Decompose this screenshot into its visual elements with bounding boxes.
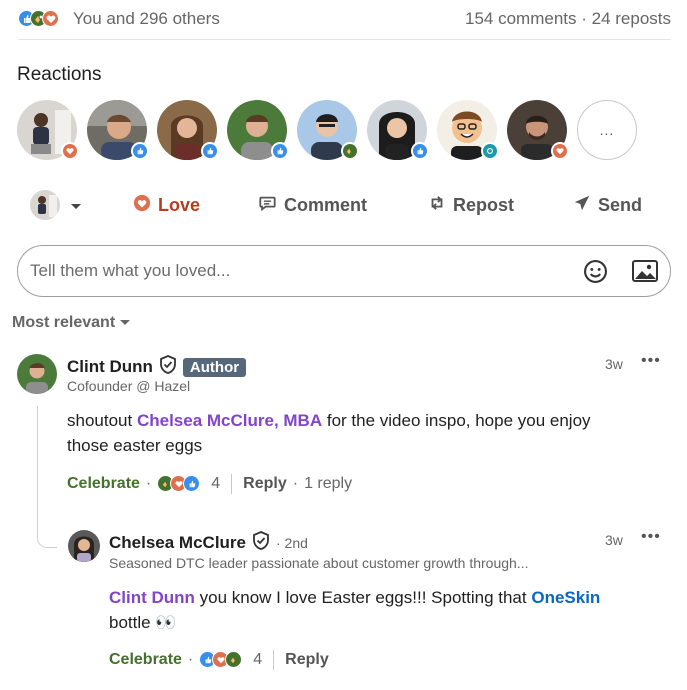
reply-text: you know I love Easter eggs!!! Spotting … [194, 588, 532, 607]
celebrate-reaction-icon [341, 142, 359, 160]
love-reaction-icon [42, 10, 59, 27]
love-label: Love [158, 194, 201, 215]
comment-input[interactable] [30, 256, 570, 286]
comment-body: shoutout Chelsea McClure, MBA for the vi… [67, 408, 667, 458]
comment-label: Comment [284, 194, 368, 215]
comment-footer: Celebrate · 4 Reply · 1 reply [67, 474, 352, 494]
send-label: Send [598, 194, 643, 215]
separator-dot: · [292, 475, 299, 492]
reaction-count[interactable]: 4 [211, 475, 220, 493]
comments-reposts-count-link[interactable]: 154 comments · 24 reposts [465, 9, 671, 29]
comment-author-line: Clint Dunn Author [67, 355, 247, 379]
sort-label: Most relevant [12, 314, 116, 331]
celebrate-reaction-icon [225, 651, 243, 668]
reply-body: Clint Dunn you know I love Easter eggs!!… [109, 585, 669, 635]
reaction-button[interactable]: Celebrate [109, 651, 182, 669]
divider [231, 474, 233, 494]
like-reaction-icon [271, 142, 289, 160]
replies-count-link[interactable]: 1 reply [304, 475, 352, 493]
avatar[interactable] [68, 530, 100, 562]
reactor-avatar[interactable] [87, 100, 149, 160]
post-action-bar: Love Comment Repost Send [0, 186, 687, 226]
like-reaction-icon [131, 142, 149, 160]
comment-composer [17, 245, 671, 297]
thread-connector [37, 406, 57, 548]
comment-author-name[interactable]: Clint Dunn [67, 357, 153, 377]
emoji-icon[interactable] [583, 259, 608, 289]
reply-button[interactable]: Reply [285, 651, 329, 669]
avatar [30, 190, 60, 220]
more-reactions-button[interactable]: ... [577, 100, 637, 160]
like-reaction-icon [411, 142, 429, 160]
repost-icon [428, 194, 446, 217]
comment-icon [258, 194, 277, 217]
comment-text: shoutout [67, 411, 137, 430]
more-options-button[interactable]: ••• [641, 528, 661, 546]
comment-text: for the video inspo, hope you enjoy [322, 411, 591, 430]
reply-author-name[interactable]: Chelsea McClure [109, 533, 246, 553]
mention-link[interactable]: Clint Dunn [109, 588, 195, 607]
love-button[interactable]: Love [133, 186, 200, 224]
mention-link[interactable]: Chelsea McClure, MBA [137, 411, 322, 430]
reaction-button[interactable]: Celebrate [67, 475, 140, 493]
reactor-avatar[interactable] [157, 100, 219, 160]
reactions-heading: Reactions [17, 64, 102, 85]
comment-text: those easter eggs [67, 436, 203, 455]
separator-dot: · [187, 651, 194, 668]
comment-author-headline: Cofounder @ Hazel [67, 378, 191, 394]
reply-footer: Celebrate · 4 Reply [109, 650, 329, 670]
love-reaction-icon [61, 142, 79, 160]
reaction-identity-switcher[interactable] [30, 186, 82, 224]
divider [273, 650, 275, 670]
separator-dot: · [145, 475, 152, 492]
comment-button[interactable]: Comment [258, 186, 367, 224]
send-button[interactable]: Send [573, 186, 642, 224]
reactor-avatar[interactable] [17, 100, 79, 160]
avatar[interactable] [17, 354, 57, 394]
social-counts-bar: You and 296 others 154 comments · 24 rep… [18, 8, 671, 40]
reaction-icons-stack[interactable] [157, 475, 205, 493]
chevron-down-icon [70, 195, 82, 216]
connection-degree: · 2nd [276, 535, 308, 551]
more-options-button[interactable]: ••• [641, 352, 661, 370]
verified-shield-icon [252, 531, 270, 555]
reaction-icons-stack[interactable] [199, 651, 247, 669]
like-reaction-icon [201, 142, 219, 160]
love-reaction-icon [551, 142, 569, 160]
author-badge: Author [182, 357, 247, 377]
comment-sort-dropdown[interactable]: Most relevant [12, 314, 131, 332]
reactor-avatar[interactable] [367, 100, 429, 160]
like-reaction-icon [183, 475, 201, 492]
reply-button[interactable]: Reply [243, 475, 287, 493]
reaction-count[interactable]: 4 [253, 651, 262, 669]
reactors-summary-link[interactable]: You and 296 others [73, 9, 220, 29]
love-icon [133, 194, 151, 217]
reactor-avatar[interactable] [227, 100, 289, 160]
reply-author-headline: Seasoned DTC leader passionate about cus… [109, 555, 529, 571]
reactor-avatar[interactable] [437, 100, 499, 160]
image-icon[interactable] [632, 259, 658, 288]
reactor-avatar[interactable] [297, 100, 359, 160]
hashtag-link[interactable]: OneSkin [531, 588, 600, 607]
insightful-reaction-icon [481, 142, 499, 160]
send-icon [573, 194, 591, 217]
reply-text: bottle 👀 [109, 613, 177, 632]
reply-timestamp: 3w [605, 532, 623, 548]
repost-button[interactable]: Repost [428, 186, 514, 224]
reply-author-line: Chelsea McClure · 2nd [109, 531, 308, 555]
verified-shield-icon [159, 355, 177, 379]
caret-down-icon [119, 314, 131, 332]
repost-label: Repost [453, 194, 515, 215]
reactor-avatar[interactable] [507, 100, 569, 160]
comment-timestamp: 3w [605, 356, 623, 372]
